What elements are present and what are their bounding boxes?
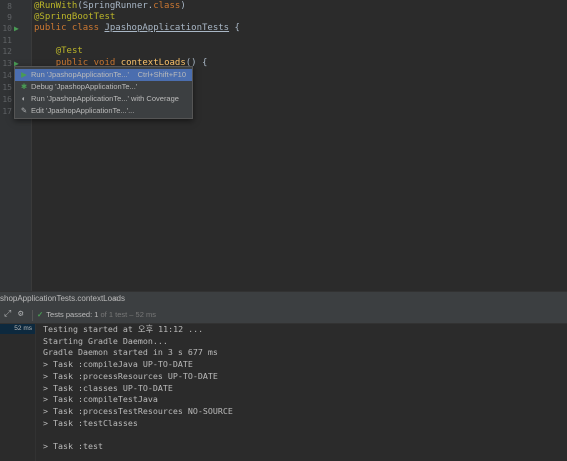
- line-number: 12: [2, 47, 12, 56]
- test-results-tree[interactable]: 52 ms: [0, 324, 36, 461]
- status-count: 1: [94, 310, 99, 319]
- run-icon: ▶: [21, 70, 27, 79]
- close-tab-icon[interactable]: ×: [113, 294, 118, 303]
- line-number: 13: [2, 59, 12, 68]
- run-toolbar: ⤢ ⚙ ✓ Tests passed: 1 of 1 test – 52 ms: [0, 307, 567, 324]
- menu-item-label: Run 'JpashopApplicationTe...' with Cover…: [31, 94, 179, 103]
- run-test-icon[interactable]: ▶: [14, 23, 19, 34]
- console-line: > Task :compileJava UP-TO-DATE: [43, 359, 193, 370]
- code-token: class: [153, 1, 181, 11]
- line-number: 11: [2, 36, 12, 45]
- code-token: @SpringBootTest: [34, 12, 116, 22]
- code-line: @RunWith(SpringRunner.class): [34, 1, 186, 12]
- console-line: Starting Gradle Daemon...: [43, 335, 168, 346]
- console-line: > Task :processResources UP-TO-DATE: [43, 370, 218, 381]
- console-line: Gradle Daemon started in 3 s 677 ms: [43, 347, 218, 358]
- line-number: 14: [2, 71, 12, 80]
- menu-item-label: Edit 'JpashopApplicationTe...'...: [31, 106, 135, 115]
- console-line: > Task :classes UP-TO-DATE: [43, 382, 173, 393]
- menu-item-coverage[interactable]: ◐ Run 'JpashopApplicationTe...' with Cove…: [15, 93, 192, 105]
- toolbar-divider: [32, 310, 33, 321]
- menu-item-debug[interactable]: ✱ Debug 'JpashopApplicationTe...': [15, 81, 192, 93]
- code-token: ): [180, 1, 186, 11]
- menu-item-label: Run 'JpashopApplicationTe...': [31, 70, 129, 79]
- code-token: JpashopApplicationTests: [104, 23, 230, 33]
- edit-icon: ✎: [20, 106, 28, 115]
- code-editor[interactable]: 8 9 10 11 12 13 14 15 16 17 ▶ ▶ @RunWith(SpringRunn…: [0, 0, 567, 291]
- test-duration: 52 ms: [14, 325, 32, 332]
- line-number: 15: [2, 83, 12, 92]
- gutter-divider: [31, 0, 32, 291]
- test-status: ✓ Tests passed: 1 of 1 test – 52 ms: [37, 310, 156, 319]
- code-line: @SpringBootTest: [34, 12, 115, 23]
- check-icon: ✓: [37, 310, 44, 319]
- coverage-icon: ◐: [21, 94, 27, 103]
- run-tool-window: shopApplicationTests.contextLoads × ⤢ ⚙ …: [0, 291, 567, 461]
- console-line: > Task :compileTestJava: [43, 394, 158, 405]
- status-label: Tests passed:: [46, 310, 93, 319]
- export-icon[interactable]: ⤢: [4, 309, 11, 319]
- code-token: @RunWith: [34, 1, 78, 11]
- code-line: @Test: [34, 46, 83, 57]
- menu-shortcut: Ctrl+Shift+F10: [137, 70, 186, 79]
- line-number: 9: [7, 13, 12, 22]
- line-number: 8: [7, 2, 12, 11]
- menu-item-run[interactable]: ▶ Run 'JpashopApplicationTe...' Ctrl+Shift…: [15, 69, 192, 81]
- code-line: public class JpashopApplicationTests {: [34, 23, 240, 34]
- code-token: public class: [34, 23, 105, 33]
- debug-icon: ✱: [20, 82, 28, 91]
- console-line: Testing started at 오후 11:12 ...: [43, 324, 204, 334]
- console-line: > Task :test: [43, 441, 103, 451]
- run-tab-title[interactable]: shopApplicationTests.contextLoads: [0, 294, 125, 303]
- line-number: 10: [2, 24, 12, 33]
- line-number: 16: [2, 95, 12, 104]
- menu-item-edit[interactable]: ✎ Edit 'JpashopApplicationTe...'...: [15, 105, 192, 117]
- line-number: 17: [2, 107, 12, 116]
- code-token: @Test: [55, 46, 83, 56]
- gear-icon[interactable]: ⚙: [18, 309, 23, 319]
- run-context-menu: ▶ Run 'JpashopApplicationTe...' Ctrl+Shift…: [14, 66, 193, 119]
- test-tree-row[interactable]: 52 ms: [0, 324, 35, 334]
- run-tab-bar: shopApplicationTests.contextLoads ×: [0, 291, 567, 307]
- console-line: > Task :processTestResources NO-SOURCE: [43, 405, 233, 416]
- code-token: {: [229, 23, 240, 33]
- code-token: (SpringRunner.: [77, 1, 154, 11]
- menu-item-label: Debug 'JpashopApplicationTe...': [31, 82, 138, 91]
- console-line: > Task :testClasses: [43, 417, 138, 428]
- status-detail: of 1 test – 52 ms: [100, 310, 156, 319]
- editor-gutter[interactable]: 8 9 10 11 12 13 14 15 16 17 ▶ ▶: [0, 0, 31, 291]
